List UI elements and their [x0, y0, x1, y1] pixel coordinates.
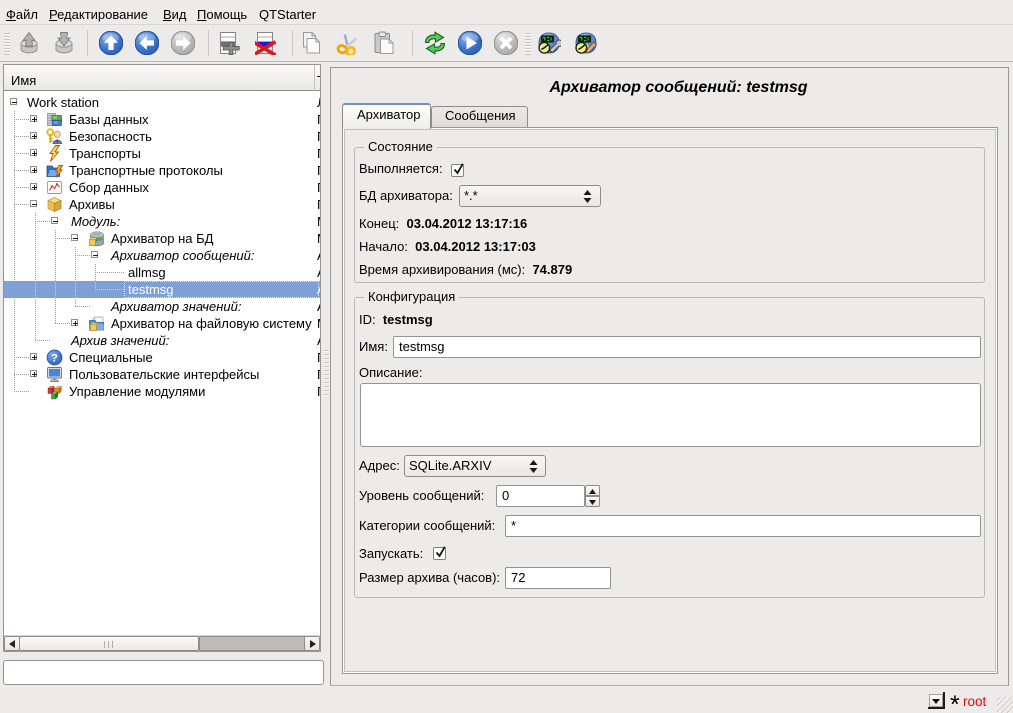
svg-text:?: ? [51, 353, 58, 365]
